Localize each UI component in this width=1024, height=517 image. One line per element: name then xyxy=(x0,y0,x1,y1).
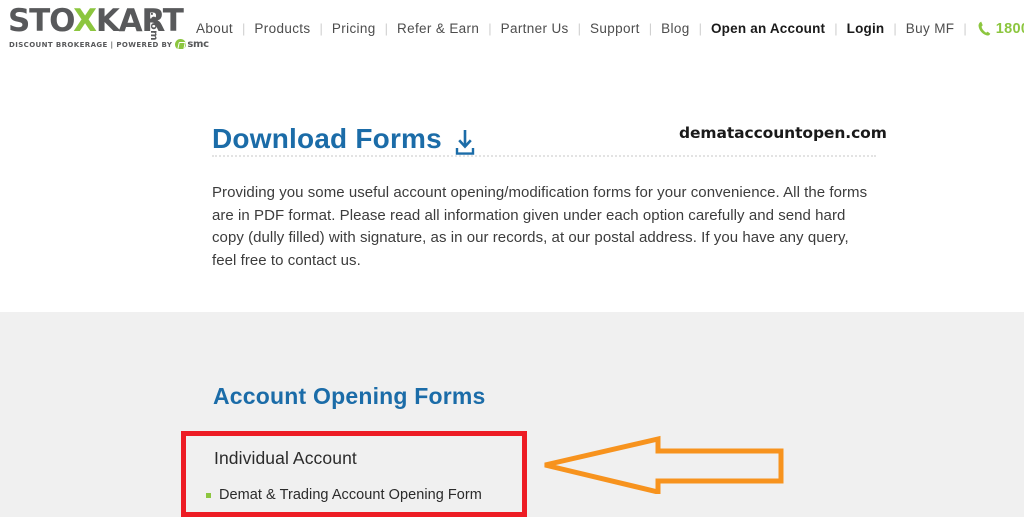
nav-separator: | xyxy=(893,21,897,36)
download-forms-section: Download Forms demataccountopen.com Prov… xyxy=(0,57,1024,312)
nav-separator: | xyxy=(834,21,838,36)
nav-item-refer-and-earn[interactable]: Refer & Earn xyxy=(397,21,479,36)
phone-icon xyxy=(978,21,991,36)
logo-tagline-text: DISCOUNT BROKERAGE | POWERED BY xyxy=(9,40,173,49)
nav-item-pricing[interactable]: Pricing xyxy=(332,21,376,36)
annotation-highlight-box xyxy=(181,431,527,517)
nav-item-blog[interactable]: Blog xyxy=(661,21,689,36)
section-divider xyxy=(212,155,876,157)
nav-item-buy-mf[interactable]: Buy MF xyxy=(906,21,955,36)
main-navigation[interactable]: About | Products | Pricing | Refer & Ear… xyxy=(196,0,1024,57)
nav-item-open-an-account[interactable]: Open an Account xyxy=(711,21,825,36)
nav-separator: | xyxy=(384,21,388,36)
nav-separator: | xyxy=(488,21,492,36)
page-title: Download Forms xyxy=(212,123,478,155)
nav-separator: | xyxy=(242,21,246,36)
nav-separator: | xyxy=(648,21,653,36)
page-title-text: Download Forms xyxy=(212,122,442,154)
intro-paragraph: Providing you some useful account openin… xyxy=(212,184,868,269)
nav-item-support[interactable]: Support xyxy=(590,21,640,36)
nav-item-about[interactable]: About xyxy=(196,21,233,36)
nav-separator: | xyxy=(577,21,582,36)
logo-text-part1: STO xyxy=(8,3,74,39)
download-icon xyxy=(452,128,478,156)
nav-item-partner-us[interactable]: Partner Us xyxy=(501,21,569,36)
site-watermark: demataccountopen.com xyxy=(679,124,887,142)
stoxkart-logo[interactable]: STOXKART .com DISCOUNT BROKERAGE | POWER… xyxy=(6,3,209,50)
header-phone-number: 1800-11 xyxy=(995,20,1024,37)
section-heading: Account Opening Forms xyxy=(213,383,486,410)
nav-separator: | xyxy=(963,21,967,36)
nav-separator: | xyxy=(698,21,702,36)
smc-circle-icon xyxy=(175,39,187,50)
logo-text-x: X xyxy=(73,3,97,39)
nav-item-login[interactable]: Login xyxy=(847,21,885,36)
site-header: STOXKART .com DISCOUNT BROKERAGE | POWER… xyxy=(0,0,1024,57)
nav-item-products[interactable]: Products xyxy=(254,21,310,36)
logo-tagline: DISCOUNT BROKERAGE | POWERED BY smc xyxy=(9,39,209,50)
account-opening-forms-section: Account Opening Forms Individual Account… xyxy=(0,312,1024,517)
nav-separator: | xyxy=(319,21,323,36)
logo-dotcom: .com xyxy=(148,12,159,42)
header-phone[interactable]: 1800-11 xyxy=(978,21,1024,37)
